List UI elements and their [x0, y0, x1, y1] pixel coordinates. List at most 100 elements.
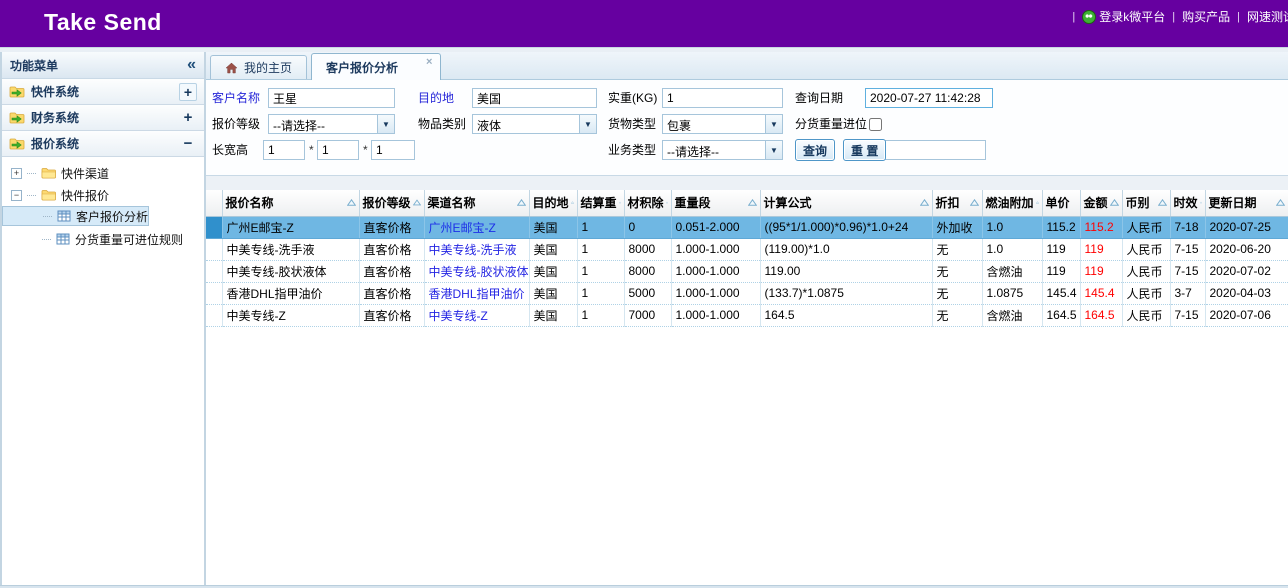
- quote-level-select[interactable]: --请选择-- ▼: [268, 114, 395, 134]
- expand-plus-icon[interactable]: +: [179, 83, 197, 101]
- speed-test-link[interactable]: 网速测试: [1247, 8, 1288, 25]
- item-category-value: 液体: [473, 115, 579, 133]
- table-icon: [56, 233, 70, 245]
- cell: 直客价格: [359, 304, 424, 326]
- column-header-formula[interactable]: 计算公式: [760, 190, 932, 216]
- column-header-weight-range[interactable]: 重量段: [671, 190, 760, 216]
- width-input[interactable]: [317, 140, 359, 160]
- tree-node-express-quote[interactable]: − 快件报价: [2, 184, 204, 206]
- cell: 0.051-2.000: [671, 216, 760, 238]
- cell: 119.00: [760, 260, 932, 282]
- sidebar-item-finance-system[interactable]: 财务系统 +: [2, 105, 204, 131]
- cell: 人民币: [1122, 216, 1170, 238]
- cell: 3-7: [1170, 282, 1205, 304]
- column-header-volume-divisor[interactable]: 材积除: [624, 190, 671, 216]
- sort-asc-icon: [1276, 199, 1285, 206]
- height-input[interactable]: [371, 140, 415, 160]
- business-type-select[interactable]: --请选择-- ▼: [662, 140, 783, 160]
- row-selector[interactable]: [206, 282, 222, 304]
- main-content: 我的主页 客户报价分析 × 客户名称 目的地 实重(KG) 查询日期 报: [206, 52, 1288, 585]
- business-type-label: 业务类型: [608, 140, 656, 160]
- cell: 无: [932, 238, 982, 260]
- tree-leaf-split-weight-carry-rule[interactable]: 分货重量可进位规则: [2, 228, 204, 250]
- cell: 含燃油: [982, 304, 1042, 326]
- table-row[interactable]: 广州E邮宝-Z 直客价格 广州E邮宝-Z 美国 1 0 0.051-2.000 …: [206, 216, 1288, 238]
- reset-button[interactable]: 重 置: [843, 139, 886, 161]
- sort-asc-icon: [666, 199, 668, 206]
- chevron-down-icon: ▼: [579, 115, 596, 133]
- customer-name-input[interactable]: [268, 88, 395, 108]
- column-header-settle-weight[interactable]: 结算重: [577, 190, 624, 216]
- table-row[interactable]: 中美专线-Z 直客价格 中美专线-Z 美国 1 7000 1.000-1.000…: [206, 304, 1288, 326]
- channel-link[interactable]: 中美专线-洗手液: [424, 238, 529, 260]
- tab-home[interactable]: 我的主页: [210, 55, 307, 79]
- search-button[interactable]: 查询: [795, 139, 835, 161]
- item-category-select[interactable]: 液体 ▼: [472, 114, 597, 134]
- cell: 7-15: [1170, 304, 1205, 326]
- column-header-discount[interactable]: 折扣: [932, 190, 982, 216]
- column-header-quote-level[interactable]: 报价等级: [359, 190, 424, 216]
- buy-product-link[interactable]: 购买产品: [1182, 8, 1230, 25]
- length-input[interactable]: [263, 140, 305, 160]
- cell: 0: [624, 216, 671, 238]
- collapse-minus-icon[interactable]: −: [179, 135, 197, 152]
- folder-icon: [41, 167, 56, 179]
- row-selector[interactable]: [206, 216, 222, 238]
- cell: 7-15: [1170, 260, 1205, 282]
- channel-link[interactable]: 中美专线-Z: [424, 304, 529, 326]
- multiply-separator: *: [309, 140, 314, 160]
- tab-customer-quote-analysis[interactable]: 客户报价分析 ×: [311, 53, 441, 80]
- actual-weight-input[interactable]: [662, 88, 783, 108]
- tree-collapse-icon[interactable]: −: [11, 190, 22, 201]
- cell: 2020-07-06: [1205, 304, 1288, 326]
- table-row[interactable]: 中美专线-洗手液 直客价格 中美专线-洗手液 美国 1 8000 1.000-1…: [206, 238, 1288, 260]
- column-header-quote-name[interactable]: 报价名称: [222, 190, 359, 216]
- cell: 115.2: [1042, 216, 1080, 238]
- cell: 1: [577, 282, 624, 304]
- tree-expand-icon[interactable]: +: [11, 168, 22, 179]
- cell: 人民币: [1122, 304, 1170, 326]
- channel-link[interactable]: 中美专线-胶状液体: [424, 260, 529, 282]
- cell: 直客价格: [359, 282, 424, 304]
- column-header-channel-name[interactable]: 渠道名称: [424, 190, 529, 216]
- cell: 直客价格: [359, 238, 424, 260]
- tab-close-icon[interactable]: ×: [426, 57, 432, 67]
- sort-asc-icon: [413, 199, 421, 206]
- tree-guide-line: [43, 216, 52, 217]
- cell: 中美专线-Z: [222, 304, 359, 326]
- row-selector[interactable]: [206, 260, 222, 282]
- column-header-unit-price[interactable]: 单价: [1042, 190, 1080, 216]
- cell: 美国: [529, 216, 577, 238]
- column-header-currency[interactable]: 币别: [1122, 190, 1170, 216]
- cell: 无: [932, 282, 982, 304]
- destination-input[interactable]: [472, 88, 597, 108]
- sidebar: 功能菜单 « 快件系统 + 财务系统 + 报价系统 − +: [0, 52, 206, 585]
- column-header-update-date[interactable]: 更新日期: [1205, 190, 1288, 216]
- tree-node-express-channel[interactable]: + 快件渠道: [2, 162, 204, 184]
- cell: 直客价格: [359, 216, 424, 238]
- cargo-type-select[interactable]: 包裹 ▼: [662, 114, 783, 134]
- sidebar-item-express-system[interactable]: 快件系统 +: [2, 79, 204, 105]
- column-header-transit-time[interactable]: 时效: [1170, 190, 1205, 216]
- login-kwei-link[interactable]: 登录k微平台: [1082, 8, 1165, 25]
- channel-link[interactable]: 广州E邮宝-Z: [424, 216, 529, 238]
- column-header-destination[interactable]: 目的地: [529, 190, 577, 216]
- table-row[interactable]: 香港DHL指甲油价 直客价格 香港DHL指甲油价 美国 1 5000 1.000…: [206, 282, 1288, 304]
- column-header-fuel-surcharge[interactable]: 燃油附加: [982, 190, 1042, 216]
- row-selector[interactable]: [206, 238, 222, 260]
- expand-plus-icon[interactable]: +: [179, 109, 197, 126]
- table-row[interactable]: 中美专线-胶状液体 直客价格 中美专线-胶状液体 美国 1 8000 1.000…: [206, 260, 1288, 282]
- channel-link[interactable]: 香港DHL指甲油价: [424, 282, 529, 304]
- column-header-amount[interactable]: 金额: [1080, 190, 1122, 216]
- row-selector[interactable]: [206, 304, 222, 326]
- cell: 2020-06-20: [1205, 238, 1288, 260]
- cell: 1: [577, 304, 624, 326]
- tree-leaf-customer-quote-analysis[interactable]: 客户报价分析: [2, 206, 149, 226]
- sidebar-collapse-icon[interactable]: «: [187, 58, 196, 72]
- sort-asc-icon: [1158, 199, 1167, 206]
- query-date-input[interactable]: [865, 88, 993, 108]
- cell: 7-15: [1170, 238, 1205, 260]
- sidebar-item-quote-system[interactable]: 报价系统 −: [2, 131, 204, 157]
- split-weight-carry-checkbox[interactable]: [869, 118, 882, 131]
- cell: 美国: [529, 260, 577, 282]
